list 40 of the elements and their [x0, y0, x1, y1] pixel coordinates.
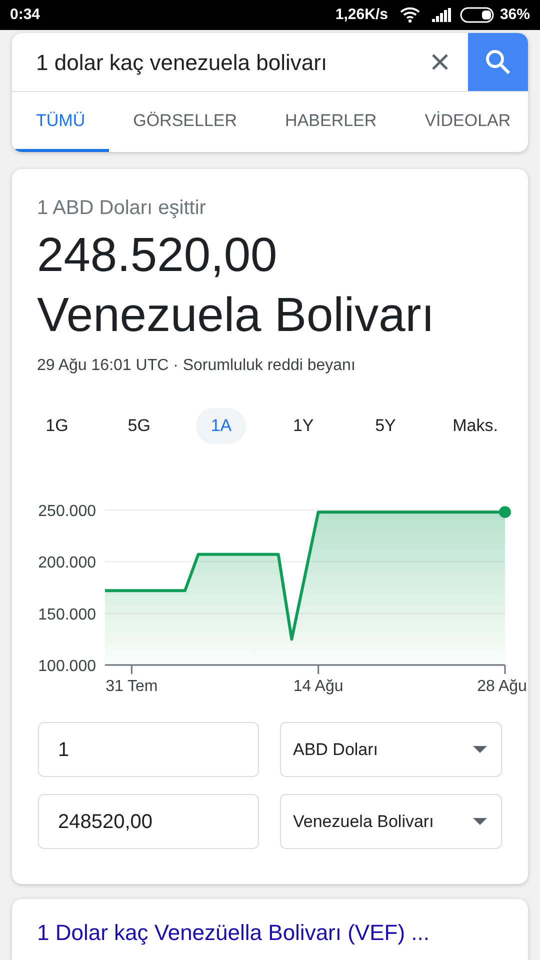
- axis-label: 150.000: [38, 606, 96, 624]
- axis-label: 14 Ağu: [293, 678, 344, 695]
- signal-icon: [432, 8, 452, 22]
- search-field[interactable]: 1 dolar kaç venezuela bolivarı: [12, 33, 412, 91]
- timestamp: 29 Ağu 16:01 UTC ·: [37, 356, 180, 376]
- range-tab[interactable]: 5G: [114, 408, 164, 444]
- subtitle: 1 ABD Doları eşittir: [37, 196, 207, 221]
- disclaimer-link[interactable]: Sorumluluk reddi beyanı: [182, 354, 356, 378]
- battery-percent: 36%: [500, 4, 530, 25]
- range-tab[interactable]: 5Y: [360, 408, 410, 444]
- axis-label: 250.000: [38, 503, 96, 520]
- chart-point: [499, 506, 511, 518]
- tab[interactable]: GÖRSELLER: [109, 92, 262, 152]
- amount-field[interactable]: 1: [38, 722, 259, 777]
- currency-name: Venezuela Bolivarı: [37, 288, 436, 344]
- wifi-icon: [400, 7, 420, 23]
- currency-dropdown[interactable]: Venezuela Bolivarı: [280, 794, 502, 849]
- range-tab[interactable]: Maks.: [442, 408, 508, 444]
- close-icon: [431, 53, 449, 71]
- network-speed: 1,26K/s: [335, 4, 388, 25]
- axis-label: 28 Ağu: [477, 678, 527, 695]
- axis-label: 100.000: [38, 658, 96, 675]
- amount-field[interactable]: 248520,00: [38, 794, 259, 849]
- range-tab[interactable]: 1G: [32, 408, 82, 444]
- caret-icon: [473, 746, 487, 753]
- search-icon: [485, 49, 511, 75]
- range-tab[interactable]: 1A: [196, 408, 246, 444]
- clock: 0:34: [10, 4, 40, 25]
- caret-icon: [473, 818, 487, 825]
- axis-label: 31 Tem: [106, 678, 158, 695]
- tab[interactable]: VİDEOLAR: [400, 92, 528, 152]
- tab[interactable]: TÜMÜ: [12, 92, 110, 152]
- converted-amount: 248.520,00: [37, 228, 278, 284]
- tab[interactable]: HABERLER: [261, 92, 401, 152]
- search-button[interactable]: [468, 33, 528, 91]
- currency-dropdown[interactable]: ABD Doları: [280, 722, 502, 777]
- result-title-link[interactable]: 1 Dolar kaç Venezüella Bolivarı (VEF) ...: [37, 918, 503, 948]
- range-tab[interactable]: 1Y: [278, 408, 328, 444]
- axis-label: 200.000: [38, 554, 96, 572]
- battery-icon: [460, 7, 496, 23]
